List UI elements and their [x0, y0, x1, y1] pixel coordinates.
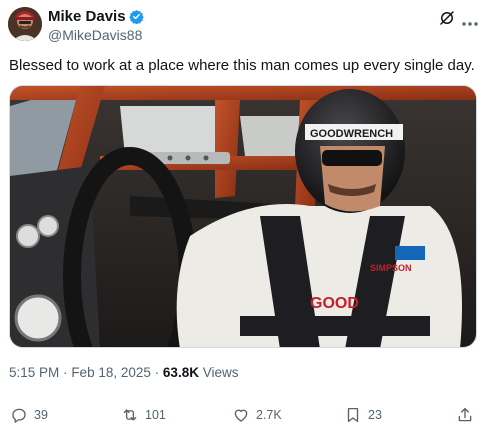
tweet-header: Mike Davis @MikeDavis88: [0, 0, 484, 46]
post-date[interactable]: Feb 18, 2025: [71, 365, 151, 380]
author-name-row: Mike Davis: [48, 8, 144, 25]
visor-brand-text: GOODWRENCH: [310, 128, 393, 140]
author-handle[interactable]: @MikeDavis88: [48, 27, 142, 43]
bookmark-icon: [347, 407, 359, 423]
post-time[interactable]: 5:15 PM: [9, 365, 59, 380]
heart-icon: [234, 409, 248, 422]
reply-count: 39: [34, 408, 48, 422]
share-icon: [458, 407, 472, 422]
repost-button[interactable]: 101: [121, 403, 166, 427]
bookmark-button[interactable]: 23: [344, 403, 382, 427]
meta-separator: ·: [63, 365, 68, 380]
repost-count: 101: [145, 408, 166, 422]
author-name[interactable]: Mike Davis: [48, 8, 126, 25]
more-options-icon[interactable]: [462, 14, 478, 26]
verified-badge-icon: [128, 9, 144, 25]
action-bar: 39 101 2.7K 23: [0, 403, 484, 427]
meta-separator-2: ·: [154, 365, 160, 380]
share-button[interactable]: [456, 403, 474, 427]
suit-logo-text: GOOD: [310, 295, 359, 312]
grok-icon[interactable]: [438, 9, 456, 27]
belt-brand-text: SIMPSON: [370, 263, 412, 273]
views-label: Views: [202, 365, 239, 380]
reply-button[interactable]: 39: [10, 403, 48, 427]
race-car-cockpit-image: GOOD GOODWRENCH SIMPSON: [10, 86, 476, 347]
views-count: 63.8K: [162, 365, 199, 380]
avatar[interactable]: [8, 7, 42, 41]
reply-icon: [12, 408, 26, 423]
like-button[interactable]: 2.7K: [232, 403, 282, 427]
tweet-text: Blessed to work at a place where this ma…: [9, 57, 475, 74]
tweet-photo[interactable]: GOOD GOODWRENCH SIMPSON: [9, 85, 477, 348]
like-count: 2.7K: [256, 408, 282, 422]
bookmark-count: 23: [368, 408, 382, 422]
repost-icon: [123, 409, 137, 421]
tweet-meta: 5:15 PM · Feb 18, 2025 · 63.8K Views: [9, 365, 239, 380]
